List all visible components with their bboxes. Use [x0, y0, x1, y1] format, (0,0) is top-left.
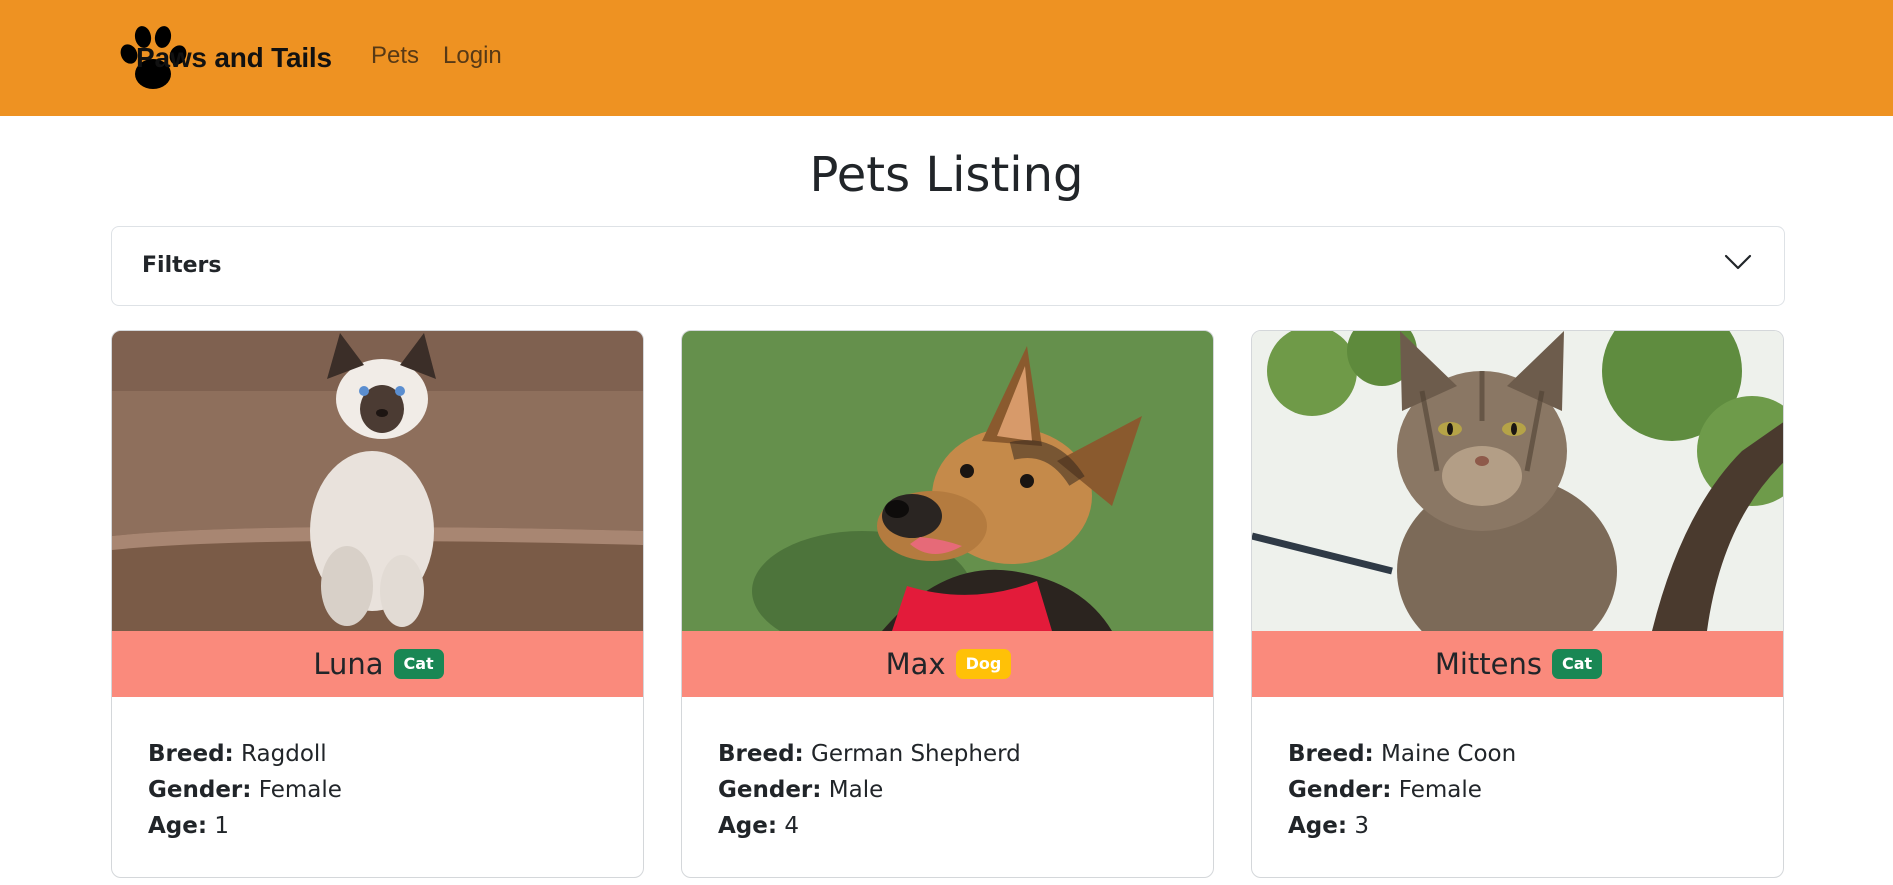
pet-card[interactable]: Max Dog Breed: German Shepherd Gender: M…: [681, 330, 1214, 878]
age-label: Age:: [718, 813, 778, 839]
breed-value: Ragdoll: [241, 741, 327, 767]
chevron-down-icon: [1724, 254, 1752, 270]
pet-type-badge: Cat: [1551, 649, 1603, 679]
pet-age: Age: 3: [1288, 808, 1748, 844]
brand-name: Paws and Tails: [136, 42, 332, 73]
pet-gender: Gender: Male: [718, 772, 1178, 808]
pet-gender: Gender: Female: [1288, 772, 1748, 808]
gender-label: Gender:: [148, 777, 252, 803]
age-label: Age:: [1288, 813, 1348, 839]
pet-card-header: Max Dog: [682, 631, 1213, 697]
breed-label: Breed:: [1288, 741, 1374, 767]
age-label: Age:: [148, 813, 208, 839]
pet-photo-max: [682, 331, 1213, 631]
pet-age: Age: 4: [718, 808, 1178, 844]
nav-links: Pets Login: [371, 42, 502, 70]
gender-value: Female: [1398, 777, 1482, 803]
pet-type-badge: Cat: [393, 649, 444, 679]
pet-details: Breed: German Shepherd Gender: Male Age:…: [718, 736, 1178, 844]
pet-breed: Breed: German Shepherd: [718, 736, 1178, 772]
pet-age: Age: 1: [148, 808, 608, 844]
nav-link-login[interactable]: Login: [443, 42, 502, 70]
pet-type-badge: Dog: [955, 649, 1012, 679]
navbar: Paws and Tails Pets Login: [0, 0, 1893, 116]
pet-card-header: Mittens Cat: [1252, 631, 1783, 697]
pet-details: Breed: Ragdoll Gender: Female Age: 1: [148, 736, 608, 844]
pet-card[interactable]: Mittens Cat Breed: Maine Coon Gender: Fe…: [1251, 330, 1784, 878]
gender-value: Female: [258, 777, 342, 803]
breed-value: Maine Coon: [1381, 741, 1517, 767]
pet-photo-luna: [112, 331, 643, 631]
breed-label: Breed:: [718, 741, 804, 767]
pet-breed: Breed: Ragdoll: [148, 736, 608, 772]
pet-breed: Breed: Maine Coon: [1288, 736, 1748, 772]
age-value: 1: [214, 813, 230, 839]
nav-link-pets[interactable]: Pets: [371, 42, 419, 70]
filters-accordion-button[interactable]: Filters: [111, 226, 1785, 306]
pet-card-header: Luna Cat: [112, 631, 643, 697]
pet-details: Breed: Maine Coon Gender: Female Age: 3: [1288, 736, 1748, 844]
pet-name: Max: [885, 647, 946, 681]
pet-name: Luna: [313, 647, 384, 681]
filters-label: Filters: [142, 253, 222, 278]
gender-label: Gender:: [718, 777, 822, 803]
pet-card[interactable]: Luna Cat Breed: Ragdoll Gender: Female A…: [111, 330, 644, 878]
age-value: 3: [1354, 813, 1370, 839]
pet-gender: Gender: Female: [148, 772, 608, 808]
pet-photo-mittens: [1252, 331, 1783, 631]
page-title: Pets Listing: [809, 147, 1084, 203]
breed-value: German Shepherd: [811, 741, 1021, 767]
pet-name: Mittens: [1434, 647, 1542, 681]
age-value: 4: [784, 813, 800, 839]
brand-logo-link[interactable]: Paws and Tails: [116, 20, 341, 96]
breed-label: Breed:: [148, 741, 234, 767]
gender-value: Male: [828, 777, 884, 803]
gender-label: Gender:: [1288, 777, 1392, 803]
